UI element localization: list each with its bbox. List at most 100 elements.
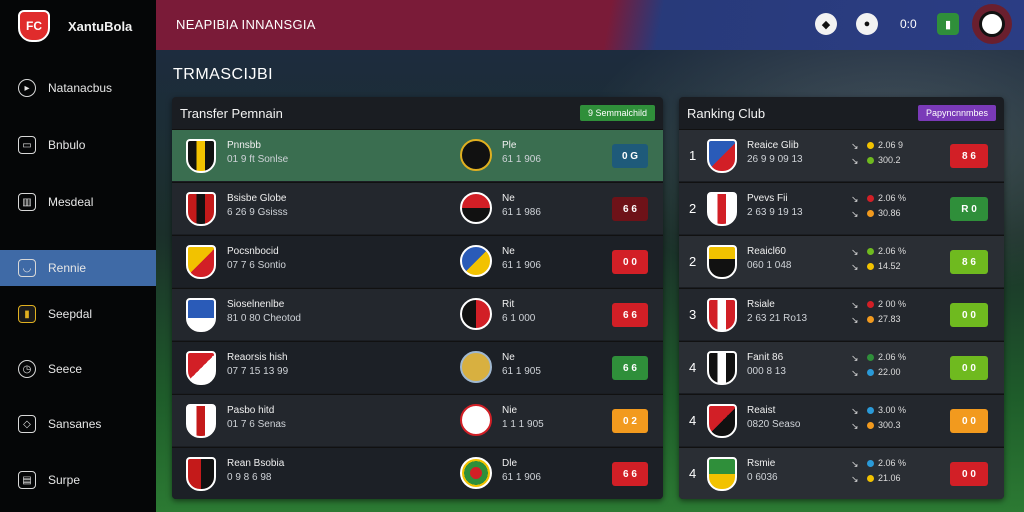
transfer-row[interactable]: Pasbo hitd 01 7 6 Senas Nie 1 1 1 905 0 2: [172, 394, 663, 446]
transfer-rating-badge[interactable]: 0 2: [612, 409, 648, 433]
transfer-row[interactable]: Rean Bsobia 0 9 8 6 98 Dle 61 1 906 6 6: [172, 447, 663, 499]
player-name: Pasbo hitd: [227, 405, 275, 416]
gift-icon: ▥: [18, 193, 36, 211]
trend-icon: ↘: [851, 421, 859, 431]
trend-icon: ↘: [851, 368, 859, 378]
top-header: NEAPIBIA INNANSGIA ◆ ● 0:0 ▮: [156, 0, 1024, 50]
ranking-panel: Ranking Club Papyncnnmbes 1 Reaice Glib 26…: [679, 97, 1004, 499]
stat-b: 22.00: [867, 367, 901, 377]
target-club-crest-icon: [460, 192, 492, 224]
ranking-score-badge[interactable]: 0 0: [950, 409, 988, 433]
rank-number: 4: [689, 360, 697, 375]
club-crest-icon: [707, 139, 737, 173]
club-name: Reaist: [747, 405, 776, 416]
ranking-filter-button[interactable]: Papyncnnmbes: [917, 105, 996, 121]
ranking-panel-title: Ranking Club: [687, 105, 766, 121]
transfer-fee: 61 1 905: [502, 366, 541, 377]
target-club-name: Nie: [502, 405, 518, 416]
sidebar-item-3[interactable]: ▥ Mesdeal: [0, 184, 156, 220]
header-title: NEAPIBIA INNANSGIA: [176, 17, 316, 32]
stat-a: 2.06 %: [867, 193, 906, 203]
club-crest-icon: [186, 404, 216, 438]
club-details: 2 63 9 19 13: [747, 207, 803, 218]
club-details: 0 6036: [747, 472, 778, 483]
trend-icon: ↘: [851, 459, 859, 469]
trend-icon: ↘: [851, 209, 859, 219]
sidebar-item-8[interactable]: ▤ Surpe: [0, 462, 156, 498]
ranking-score-badge[interactable]: R 0: [950, 197, 988, 221]
ranking-row[interactable]: 4 Rsmie 0 6036 ↘ ↘ 2.06 % 21.06 0 0: [679, 447, 1004, 499]
ranking-score-badge[interactable]: 0 0: [950, 356, 988, 380]
transfer-row[interactable]: Pnnsbb 01 9 ft Sonlse Ple 61 1 906 0 G: [172, 129, 663, 181]
sidebar-item-label: Seepdal: [48, 307, 93, 321]
stat-a: 2.06 %: [867, 352, 906, 362]
trend-icon: ↘: [851, 247, 859, 257]
sidebar-item-5[interactable]: ▮ Seepdal: [0, 296, 156, 332]
ranking-row[interactable]: 2 Reaicl60 060 1 048 ↘ ↘ 2.06 % 14.52 8 6: [679, 235, 1004, 287]
player-name: Pnnsbb: [227, 140, 261, 151]
transfer-rating-badge[interactable]: 0 G: [612, 144, 648, 168]
transfer-row[interactable]: Sioselnenlbe 81 0 80 Cheotod Rit 6 1 000 6 6: [172, 288, 663, 340]
transfer-row[interactable]: Reaorsis hish 07 7 15 13 99 Ne 61 1 905 6 6: [172, 341, 663, 393]
club-name: Rsiale: [747, 299, 775, 310]
transfer-rating-badge[interactable]: 0 0: [612, 250, 648, 274]
club-crest-icon: [186, 457, 216, 491]
sidebar-item-label: Natanacbus: [48, 81, 113, 95]
club-crest-icon: [707, 245, 737, 279]
player-details: 07 7 15 13 99: [227, 366, 289, 377]
stat-a-value: 2.06 %: [878, 246, 907, 256]
stat-b: 14.52: [867, 261, 901, 271]
transfer-row[interactable]: Pocsnbocid 07 7 6 Sontio Ne 61 1 906 0 0: [172, 235, 663, 287]
ranking-row[interactable]: 1 Reaice Glib 26 9 9 09 13 ↘ ↘ 2.06 9 300.2 8 6: [679, 129, 1004, 181]
target-club-name: Ple: [502, 140, 517, 151]
rank-number: 3: [689, 307, 697, 322]
trend-icon: ↘: [851, 300, 859, 310]
club-details: 0820 Seaso: [747, 419, 801, 430]
stat-b: 30.86: [867, 208, 901, 218]
transfer-rating-badge[interactable]: 6 6: [612, 356, 648, 380]
ranking-row[interactable]: 2 Pvevs Fii 2 63 9 19 13 ↘ ↘ 2.06 % 30.86 R 0: [679, 182, 1004, 234]
player-name: Sioselnenlbe: [227, 299, 285, 310]
club-details: 2 63 21 Ro13: [747, 313, 808, 324]
club-logo-icon: FC: [18, 10, 50, 42]
ranking-score-badge[interactable]: 0 0: [950, 462, 988, 486]
transfer-fee: 61 1 986: [502, 207, 541, 218]
sidebar-item-label: Mesdeal: [48, 195, 94, 209]
transfer-row[interactable]: Bsisbe Globe 6 26 9 Gsisss Ne 61 1 986 6 6: [172, 182, 663, 234]
avatar[interactable]: [972, 4, 1012, 44]
ranking-row[interactable]: 4 Reaist 0820 Seaso ↘ ↘ 3.00 % 300.3 0 0: [679, 394, 1004, 446]
ranking-row[interactable]: 4 Fanit 86 000 8 13 ↘ ↘ 2.06 % 22.00 0 0: [679, 341, 1004, 393]
ranking-score-badge[interactable]: 8 6: [950, 250, 988, 274]
sidebar-item-6[interactable]: ◷ Seece: [0, 351, 156, 387]
player-details: 81 0 80 Cheotod: [227, 313, 301, 324]
transfer-fee: 1 1 1 905: [502, 419, 544, 430]
ranking-score-badge[interactable]: 8 6: [950, 144, 988, 168]
sidebar-item-7[interactable]: ◇ Sansanes: [0, 406, 156, 442]
player-details: 01 9 ft Sonlse: [227, 154, 289, 165]
transfer-fee: 6 1 000: [502, 313, 536, 324]
transfer-rating-badge[interactable]: 6 6: [612, 197, 648, 221]
player-name: Bsisbe Globe: [227, 193, 287, 204]
target-club-crest-icon: [460, 457, 492, 489]
profile-status-icon[interactable]: ●: [856, 13, 878, 35]
target-club-crest-icon: [460, 245, 492, 277]
target-club-name: Ne: [502, 193, 515, 204]
club-badge-icon[interactable]: ▮: [937, 13, 959, 35]
notification-icon[interactable]: ◆: [815, 13, 837, 35]
page-title: TRMASCIJBI: [173, 66, 274, 83]
logo[interactable]: FC XantuBola: [0, 0, 156, 52]
shield-icon: ◡: [18, 259, 36, 277]
trend-icon: ↘: [851, 194, 859, 204]
transfer-rating-badge[interactable]: 6 6: [612, 462, 648, 486]
ranking-row[interactable]: 3 Rsiale 2 63 21 Ro13 ↘ ↘ 2 00 % 27.83 0 0: [679, 288, 1004, 340]
sidebar-item-2[interactable]: ▭ Bnbulo: [0, 127, 156, 163]
transfer-filter-button[interactable]: 9 Semmalchild: [579, 105, 655, 121]
trend-icon: ↘: [851, 474, 859, 484]
sidebar-item-1[interactable]: ▸ Natanacbus: [0, 70, 156, 106]
player-name: Pocsnbocid: [227, 246, 279, 257]
club-name: Reaice Glib: [747, 140, 799, 151]
sidebar-item-4[interactable]: ◡ Rennie: [0, 250, 156, 286]
transfer-rating-badge[interactable]: 6 6: [612, 303, 648, 327]
ranking-score-badge[interactable]: 0 0: [950, 303, 988, 327]
club-crest-icon: [707, 298, 737, 332]
